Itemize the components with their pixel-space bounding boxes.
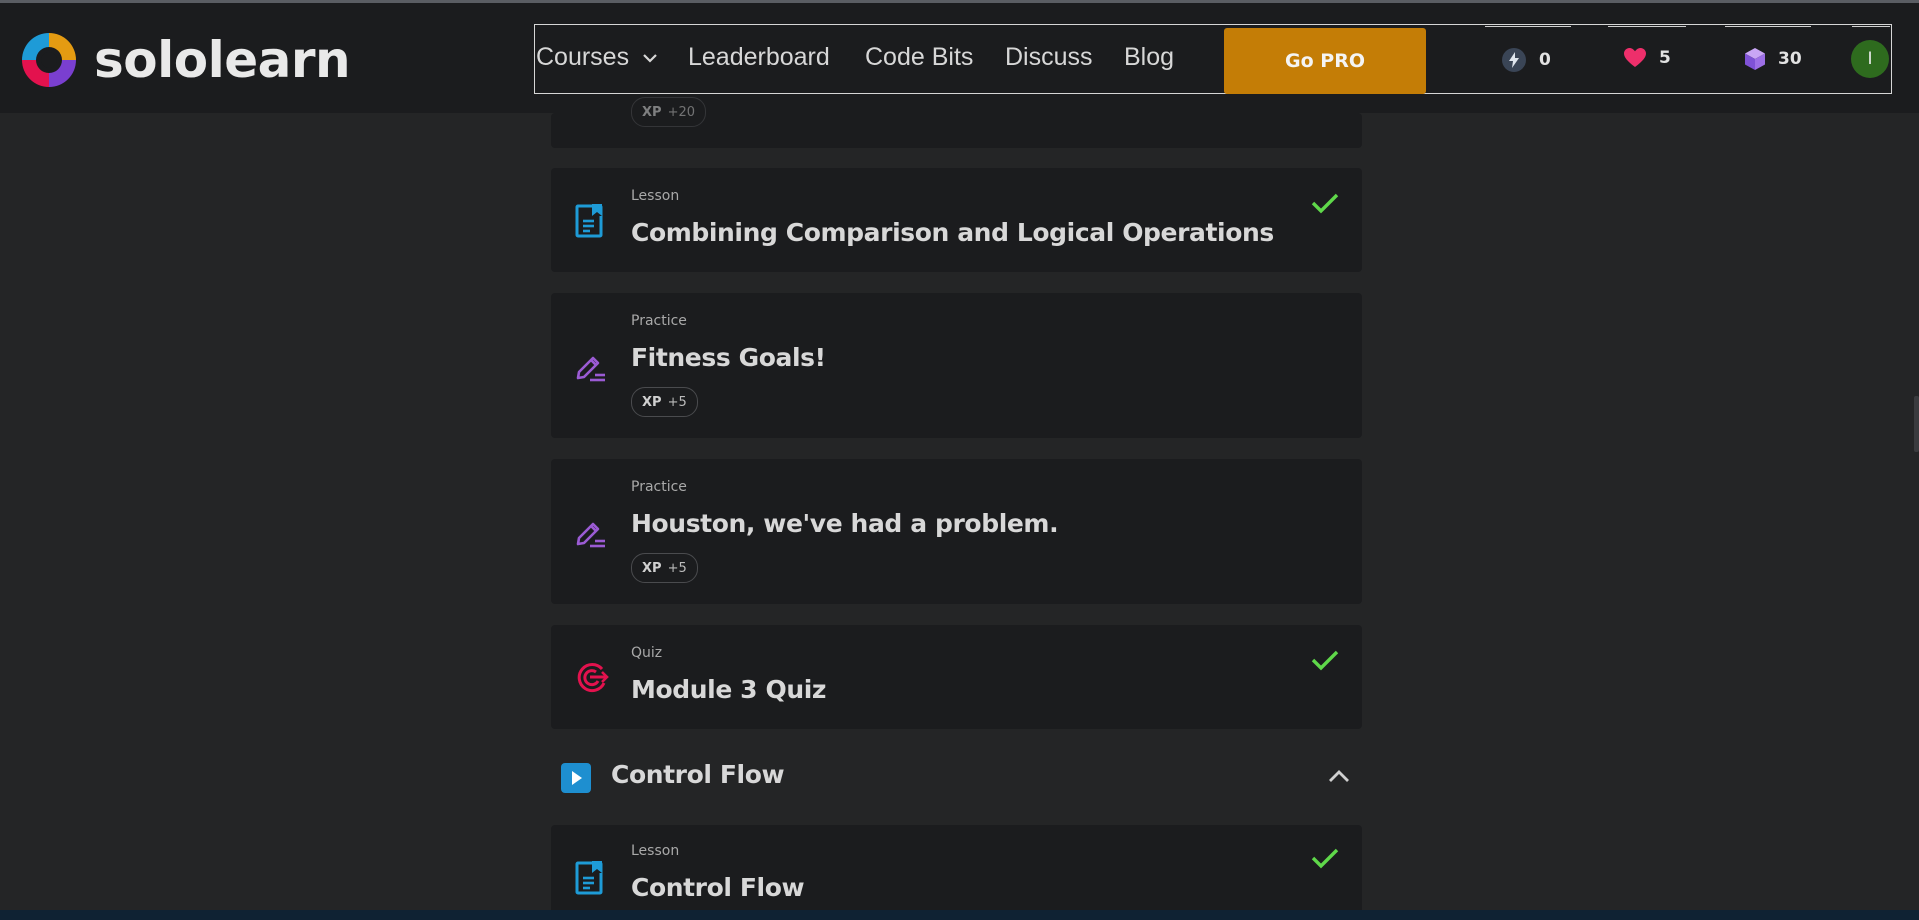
partial-card[interactable]: XP +20 — [551, 97, 1362, 148]
nav-courses-label: Courses — [536, 43, 630, 71]
nav-courses[interactable]: Courses — [536, 43, 658, 72]
quiz-target-icon — [577, 663, 609, 693]
xp-badge-label: XP — [642, 104, 662, 120]
main-nav: Courses Leaderboard Code Bits Discuss Bl… — [534, 24, 1892, 94]
xp-badge: XP +20 — [631, 97, 706, 127]
item-type: Lesson — [631, 188, 680, 204]
item-title: Combining Comparison and Logical Operati… — [631, 218, 1274, 247]
sololearn-logo-icon — [22, 33, 76, 87]
stat-divider — [1725, 26, 1811, 27]
item-type: Lesson — [631, 843, 680, 859]
gems-counter[interactable]: 30 — [1744, 47, 1802, 71]
nav-leaderboard[interactable]: Leaderboard — [688, 43, 830, 72]
stat-divider — [1608, 26, 1686, 27]
practice-pencil-icon — [576, 356, 605, 382]
chevron-down-icon — [643, 54, 657, 63]
stat-divider — [1852, 26, 1890, 27]
item-title: Houston, we've had a problem. — [631, 509, 1059, 538]
nav-code-bits[interactable]: Code Bits — [865, 43, 973, 72]
module-section-header[interactable]: Control Flow — [561, 758, 1361, 794]
gems-value: 30 — [1778, 49, 1802, 69]
practice-card[interactable]: Practice Fitness Goals! XP +5 — [551, 293, 1362, 438]
item-type: Quiz — [631, 645, 663, 661]
logo[interactable]: sololearn — [18, 29, 351, 91]
user-avatar[interactable]: I — [1851, 40, 1889, 78]
lesson-card[interactable]: Lesson Control Flow — [551, 825, 1362, 920]
item-type: Practice — [631, 479, 687, 495]
heart-icon — [1624, 48, 1646, 67]
lightning-icon — [1502, 48, 1526, 72]
practice-pencil-icon — [576, 522, 605, 548]
taskbar-strip — [0, 910, 1919, 920]
lesson-icon — [575, 861, 603, 895]
checkmark-icon — [1311, 848, 1339, 869]
checkmark-icon — [1311, 193, 1339, 214]
streak-value: 0 — [1539, 50, 1551, 70]
top-header: sololearn Courses Leaderboard Code Bits … — [0, 3, 1919, 113]
item-title: Module 3 Quiz — [631, 675, 827, 704]
item-type: Practice — [631, 313, 687, 329]
section-title: Control Flow — [611, 760, 785, 789]
lesson-card[interactable]: Lesson Combining Comparison and Logical … — [551, 168, 1362, 272]
hearts-counter[interactable]: 5 — [1623, 47, 1671, 69]
xp-badge-label: XP — [642, 394, 662, 410]
nav-blog[interactable]: Blog — [1124, 43, 1174, 72]
lesson-icon — [575, 204, 603, 238]
quiz-card[interactable]: Quiz Module 3 Quiz — [551, 625, 1362, 729]
xp-badge-value: +20 — [667, 104, 695, 120]
xp-badge-label: XP — [642, 560, 662, 576]
practice-card[interactable]: Practice Houston, we've had a problem. X… — [551, 459, 1362, 604]
xp-badge: XP +5 — [631, 553, 698, 583]
gem-cube-icon — [1745, 48, 1765, 70]
nav-discuss[interactable]: Discuss — [1005, 43, 1093, 72]
xp-badge-value: +5 — [667, 394, 687, 410]
xp-badge-value: +5 — [667, 560, 687, 576]
item-title: Control Flow — [631, 873, 805, 902]
go-pro-button[interactable]: Go PRO — [1224, 28, 1426, 94]
item-title: Fitness Goals! — [631, 343, 826, 372]
chevron-up-icon[interactable] — [1328, 768, 1350, 784]
checkmark-icon — [1311, 650, 1339, 671]
streak-counter[interactable]: 0 — [1501, 47, 1551, 73]
scrollbar-thumb[interactable] — [1914, 396, 1919, 452]
play-module-icon — [561, 763, 591, 793]
stat-divider — [1485, 26, 1571, 27]
logo-text: sololearn — [94, 31, 351, 89]
hearts-value: 5 — [1659, 48, 1671, 68]
xp-badge: XP +5 — [631, 387, 698, 417]
